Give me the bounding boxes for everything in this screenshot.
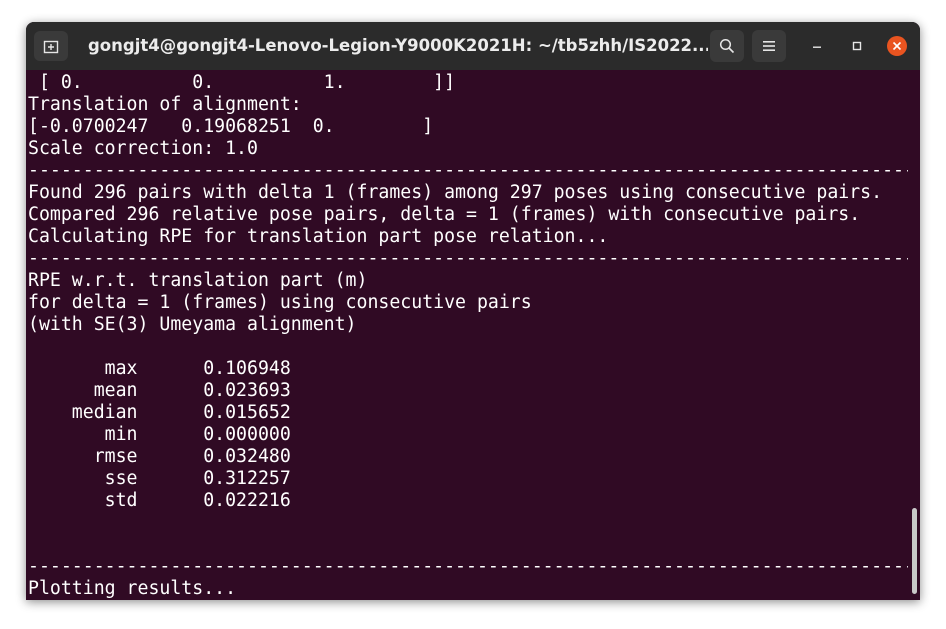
- stat-mean: mean 0.023693: [28, 380, 291, 401]
- terminal-line: [-0.0700247 0.19068251 0. ]: [28, 116, 434, 137]
- stat-sse: sse 0.312257: [28, 468, 291, 489]
- terminal-line: Found 296 pairs with delta 1 (frames) am…: [28, 182, 883, 203]
- stat-rmse: rmse 0.032480: [28, 446, 291, 467]
- window-title: gongjt4@gongjt4-Lenovo-Legion-Y9000K2021…: [88, 36, 708, 55]
- terminal-window: gongjt4@gongjt4-Lenovo-Legion-Y9000K2021…: [26, 22, 920, 600]
- separator-line: ----------------------------------------…: [28, 248, 908, 269]
- terminal-line: Calculating RPE for translation part pos…: [28, 226, 609, 247]
- terminal-line: Translation of alignment:: [28, 94, 302, 115]
- minimize-button[interactable]: [807, 36, 827, 56]
- new-tab-icon: [43, 40, 59, 54]
- stat-std: std 0.022216: [28, 490, 291, 511]
- terminal-line: Plotting results...: [28, 578, 237, 599]
- terminal-output[interactable]: [ 0. 0. 1. ]] Translation of alignment: …: [26, 70, 920, 600]
- stat-median: median 0.015652: [28, 402, 291, 423]
- scrollbar-thumb[interactable]: [912, 508, 917, 594]
- new-tab-button[interactable]: [34, 31, 68, 61]
- maximize-button[interactable]: [847, 36, 867, 56]
- terminal-line: Scale correction: 1.0: [28, 138, 258, 159]
- stat-max: max 0.106948: [28, 358, 291, 379]
- maximize-icon: [852, 41, 862, 51]
- close-icon: [892, 41, 902, 51]
- terminal-line: for delta = 1 (frames) using consecutive…: [28, 292, 532, 313]
- title-bar[interactable]: gongjt4@gongjt4-Lenovo-Legion-Y9000K2021…: [26, 22, 920, 70]
- close-button[interactable]: [887, 36, 907, 56]
- terminal-line: [ 0. 0. 1. ]]: [28, 72, 456, 93]
- separator-line: ----------------------------------------…: [28, 556, 908, 577]
- search-icon: [719, 38, 735, 54]
- terminal-line: (with SE(3) Umeyama alignment): [28, 314, 357, 335]
- terminal-lines: [ 0. 0. 1. ]] Translation of alignment: …: [28, 72, 908, 600]
- scrollbar[interactable]: [911, 70, 919, 600]
- minimize-icon: [813, 46, 821, 48]
- separator-line: ----------------------------------------…: [28, 160, 908, 181]
- terminal-line: Compared 296 relative pose pairs, delta …: [28, 204, 861, 225]
- stat-min: min 0.000000: [28, 424, 291, 445]
- terminal-line: RPE w.r.t. translation part (m): [28, 270, 368, 291]
- menu-button[interactable]: [752, 30, 786, 62]
- search-button[interactable]: [710, 30, 744, 62]
- hamburger-menu-icon: [763, 41, 775, 51]
